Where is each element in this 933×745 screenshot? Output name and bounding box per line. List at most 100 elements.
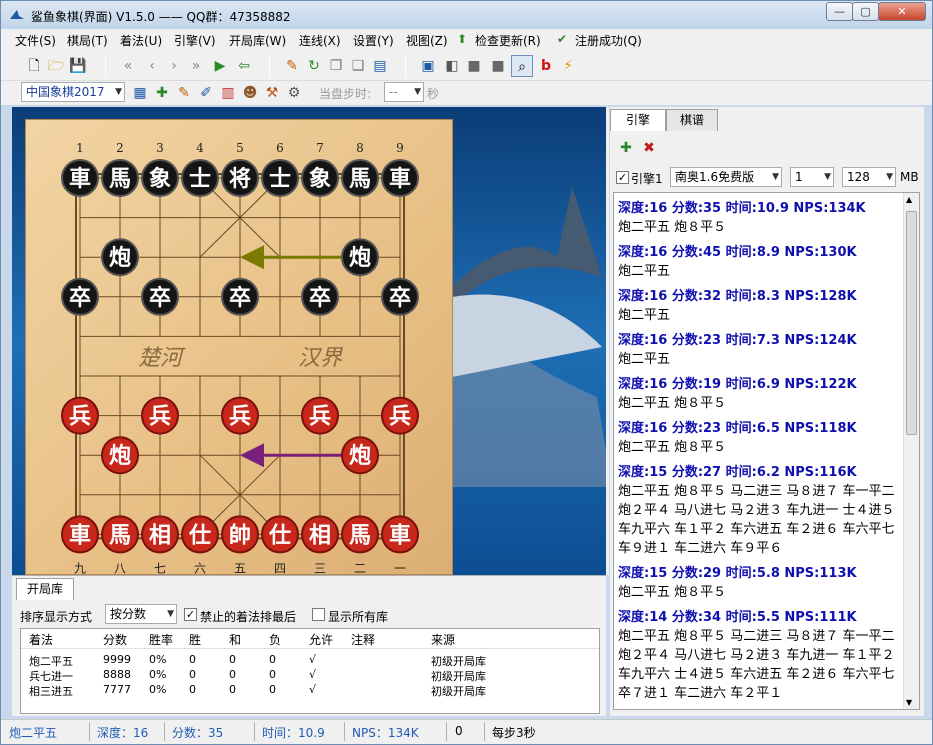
scroll-up-icon[interactable]: ▲ [906, 195, 912, 204]
table-row[interactable]: 炮二平五 9999 0% 0 0 0 √ 初级开局库 [21, 653, 599, 668]
hammer-icon[interactable]: ⚒ [261, 82, 283, 104]
tool-icon[interactable]: ⚙ [283, 82, 305, 104]
menu-settings[interactable]: 设置(Y) [353, 32, 394, 49]
add-engine-icon[interactable]: ✚ [615, 137, 637, 159]
column-header[interactable]: 胜 [189, 631, 201, 648]
thread-select[interactable]: 1 ▼ [790, 167, 834, 187]
play-icon[interactable]: ▶ [209, 55, 231, 77]
bar-chart-icon[interactable]: ▥ [217, 82, 239, 104]
menu-game[interactable]: 棋局(T) [67, 32, 108, 49]
column-header[interactable]: 负 [269, 631, 281, 648]
xiangqi-board[interactable]: 楚河 汉界 1 2 3 4 5 6 7 8 9 九八七六五四三二一車馬象士将士象馬車炮炮卒卒卒卒卒兵兵… [25, 119, 453, 575]
hash-select[interactable]: 128 ▼ [842, 167, 896, 187]
table-row[interactable]: 兵七进一 8888 0% 0 0 0 √ 初级开局库 [21, 668, 599, 683]
menu-file[interactable]: 文件(S) [15, 32, 56, 49]
red-piece[interactable]: 炮 [341, 436, 379, 475]
black-piece[interactable]: 車 [61, 159, 99, 197]
vertical-scrollbar[interactable]: ▲ ▼ [903, 193, 919, 709]
red-piece[interactable]: 兵 [381, 396, 419, 435]
menu-view[interactable]: 视图(Z) [406, 32, 448, 49]
red-piece[interactable]: 車 [381, 515, 419, 554]
black-piece[interactable]: 将 [221, 159, 259, 197]
engine-name-select[interactable]: 南奥1.6免费版 ▼ [670, 167, 782, 187]
menu-move[interactable]: 着法(U) [120, 32, 162, 49]
red-piece[interactable]: 兵 [301, 396, 339, 435]
column-header[interactable]: 和 [229, 631, 241, 648]
layout-square-icon[interactable]: ■ [463, 55, 485, 77]
black-piece[interactable]: 士 [181, 159, 219, 197]
lightning-icon[interactable]: ⚡ [557, 55, 579, 77]
next-move-icon[interactable]: › [163, 55, 185, 77]
menu-connect[interactable]: 连线(X) [299, 32, 341, 49]
step-time-select[interactable]: -- ▼ [384, 82, 424, 102]
undo-arrow-icon[interactable]: ⇦ [233, 55, 255, 77]
layout-board-icon[interactable]: ▣ [417, 55, 439, 77]
edit-icon[interactable]: ✎ [173, 82, 195, 104]
menu-engine[interactable]: 引擎(V) [174, 32, 216, 49]
maximize-button[interactable]: ▢ [852, 2, 879, 21]
red-piece[interactable]: 帥 [221, 515, 259, 554]
close-button[interactable]: ✕ [878, 2, 926, 21]
show-all-checkbox[interactable] [312, 608, 325, 621]
black-piece[interactable]: 士 [261, 159, 299, 197]
black-piece[interactable]: 炮 [101, 238, 139, 277]
red-piece[interactable]: 相 [301, 515, 339, 554]
board-canvas[interactable]: 楚河 汉界1 2 3 4 5 6 7 8 9九八七六五四三二一車馬象士将士象馬車炮 炮卒卒卒卒卒兵兵… [26, 120, 454, 575]
black-piece[interactable]: 卒 [61, 277, 99, 316]
column-header[interactable]: 胜率 [149, 631, 173, 648]
black-piece[interactable]: 卒 [221, 277, 259, 316]
paste-icon[interactable]: ❏ [347, 55, 369, 77]
red-piece[interactable]: 兵 [141, 396, 179, 435]
image-icon[interactable]: ▦ [129, 82, 151, 104]
red-piece[interactable]: 車 [61, 515, 99, 554]
red-piece[interactable]: 相 [141, 515, 179, 554]
remove-engine-icon[interactable]: ✖ [638, 137, 660, 159]
column-header[interactable]: 注释 [351, 631, 375, 648]
black-piece[interactable]: 馬 [341, 159, 379, 197]
menu-opening-book[interactable]: 开局库(W) [229, 32, 286, 49]
save-icon[interactable]: 💾 [67, 55, 89, 77]
black-piece[interactable]: 卒 [301, 277, 339, 316]
column-header[interactable]: 着法 [29, 631, 53, 648]
black-piece[interactable]: 炮 [341, 238, 379, 277]
layout-split-icon[interactable]: ◧ [441, 55, 463, 77]
red-piece[interactable]: 兵 [61, 396, 99, 435]
tab-engine[interactable]: 引擎 [610, 109, 666, 131]
minimize-button[interactable]: — [826, 2, 853, 21]
last-move-icon[interactable]: » [185, 55, 207, 77]
black-piece[interactable]: 象 [301, 159, 339, 197]
engine-enabled-checkbox[interactable]: ✓ [616, 171, 629, 184]
edit-board-icon[interactable]: ✎ [281, 55, 303, 77]
column-header[interactable]: 来源 [431, 631, 455, 648]
menu-check-update[interactable]: 检查更新(R) [475, 32, 541, 49]
black-piece[interactable]: 卒 [381, 277, 419, 316]
red-piece[interactable]: 馬 [101, 515, 139, 554]
b-letter-icon[interactable]: b [535, 55, 557, 77]
search-icon[interactable]: ⌕ [511, 55, 533, 77]
splitter[interactable] [606, 107, 609, 575]
column-header[interactable]: 允许 [309, 631, 333, 648]
red-piece[interactable]: 兵 [221, 396, 259, 435]
black-piece[interactable]: 車 [381, 159, 419, 197]
scroll-down-icon[interactable]: ▼ [906, 698, 912, 707]
person-icon[interactable]: ☻ [239, 82, 261, 104]
first-move-icon[interactable]: « [117, 55, 139, 77]
refresh-icon[interactable]: ↻ [303, 55, 325, 77]
new-file-icon[interactable]: 🗋 [23, 55, 45, 77]
table-row[interactable]: 相三进五 7777 0% 0 0 0 √ 初级开局库 [21, 683, 599, 698]
board-style-select[interactable]: 中国象棋2017 ▼ [21, 82, 125, 102]
red-piece[interactable]: 仕 [181, 515, 219, 554]
scroll-thumb[interactable] [906, 211, 917, 435]
black-piece[interactable]: 卒 [141, 277, 179, 316]
black-piece[interactable]: 象 [141, 159, 179, 197]
red-piece[interactable]: 仕 [261, 515, 299, 554]
open-folder-icon[interactable]: 🗁 [45, 55, 67, 77]
tab-game-record[interactable]: 棋谱 [666, 109, 718, 131]
red-piece[interactable]: 炮 [101, 436, 139, 475]
layout-square2-icon[interactable]: ■ [487, 55, 509, 77]
sort-select[interactable]: 按分数 ▼ [105, 604, 177, 624]
tab-opening-book[interactable]: 开局库 [16, 578, 74, 600]
add-icon[interactable]: ✚ [151, 82, 173, 104]
forbidden-last-checkbox[interactable]: ✓ [184, 608, 197, 621]
clipboard-icon[interactable]: ▤ [369, 55, 391, 77]
